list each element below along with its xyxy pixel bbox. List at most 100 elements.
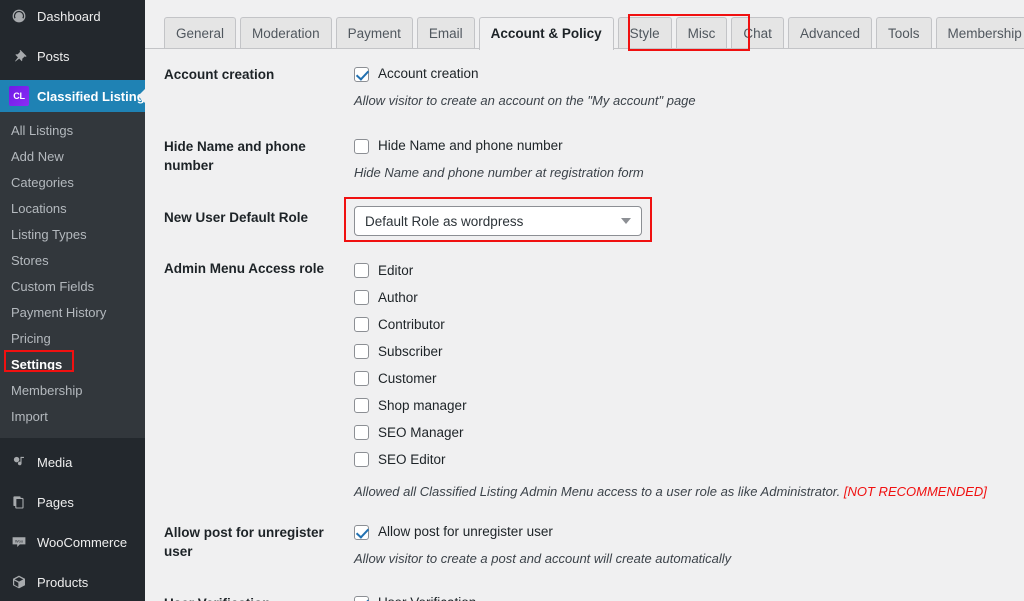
sidebar-bottom-group: MediaPagesWooWooCommerceProductsAnalytic… (0, 446, 145, 601)
role-checkbox-label: SEO Manager (378, 424, 464, 440)
role-checkbox-author[interactable] (354, 290, 369, 305)
role-checkbox-row[interactable]: Contributor (354, 311, 1016, 338)
sidebar-subitem-add-new[interactable]: Add New (0, 144, 145, 170)
sidebar-item-posts[interactable]: Posts (0, 40, 145, 72)
sidebar-subitem-locations[interactable]: Locations (0, 196, 145, 222)
sidebar-subitem-all-listings[interactable]: All Listings (0, 118, 145, 144)
role-checkbox-row[interactable]: Shop manager (354, 392, 1016, 419)
settings-form: Account creation Account creation Allow … (145, 49, 1024, 601)
account-creation-checkbox-label: Account creation (378, 66, 479, 81)
tab-moderation[interactable]: Moderation (240, 16, 332, 49)
tab-payment[interactable]: Payment (335, 16, 413, 49)
row-admin-menu-access: Admin Menu Access role Editor Author Contr… (145, 257, 1024, 501)
sidebar-item-label: Posts (37, 48, 70, 64)
role-checkbox-seo-manager[interactable] (354, 425, 369, 440)
tab-general[interactable]: General (164, 16, 237, 49)
tab-account-policy[interactable]: Account & Policy (478, 16, 614, 50)
hide-name-phone-checkbox[interactable] (354, 138, 369, 154)
sidebar-item-label: WooCommerce (37, 534, 128, 550)
role-checkbox-label: Subscriber (378, 343, 443, 359)
role-checkbox-label: Customer (378, 370, 437, 386)
woo-icon: Woo (9, 532, 29, 552)
user-verification-checkbox[interactable] (354, 595, 369, 601)
sidebar-subitem-custom-fields[interactable]: Custom Fields (0, 274, 145, 300)
sidebar-item-label: Products (37, 574, 89, 590)
role-checkbox-label: SEO Editor (378, 451, 446, 467)
pages-icon (9, 492, 29, 512)
product-box-icon (9, 572, 29, 592)
sidebar-item-pages[interactable]: Pages (0, 486, 145, 518)
tab-advanced[interactable]: Advanced (787, 16, 872, 49)
role-checkbox-row[interactable]: SEO Editor (354, 446, 1016, 473)
row-label: Account creation (164, 67, 275, 82)
row-field: Editor Author Contributor Subscriber Custome… (354, 257, 1024, 501)
role-checkbox-row[interactable]: Author (354, 284, 1016, 311)
role-checkbox-subscriber[interactable] (354, 344, 369, 359)
sidebar-subitem-pricing[interactable]: Pricing (0, 326, 145, 352)
role-checkbox-label: Shop manager (378, 397, 467, 413)
row-field: Hide Name and phone number Hide Name and… (354, 135, 1024, 182)
media-icon (9, 452, 29, 472)
allow-post-unregister-checkbox[interactable] (354, 524, 369, 540)
role-checkbox-label: Author (378, 289, 418, 305)
hide-name-phone-checkbox-row[interactable]: Hide Name and phone number (354, 135, 1016, 157)
role-checkbox-seo-editor[interactable] (354, 452, 369, 467)
allow-post-unregister-checkbox-row[interactable]: Allow post for unregister user (354, 521, 1016, 543)
row-label: Allow post for unregister user (164, 525, 324, 559)
user-verification-checkbox-row[interactable]: User Verification (354, 592, 1016, 601)
dashboard-icon (9, 6, 29, 26)
row-label: User Verification (164, 592, 354, 601)
settings-tabbar: General Moderation Payment Email Account & P… (145, 0, 1024, 50)
role-checkbox-contributor[interactable] (354, 317, 369, 332)
tab-chat[interactable]: Chat (731, 16, 784, 49)
role-checkbox-row[interactable]: Editor (354, 257, 1016, 284)
tab-membership[interactable]: Membership (935, 16, 1024, 49)
sidebar-top-group: Dashboard Posts (0, 0, 145, 72)
role-checkbox-row[interactable]: Customer (354, 365, 1016, 392)
new-user-default-role-select[interactable]: Default Role as wordpress (354, 206, 642, 236)
tab-tools[interactable]: Tools (876, 16, 932, 49)
sidebar-subitem-settings[interactable]: Settings (0, 352, 145, 378)
sidebar-item-label: Dashboard (37, 8, 101, 24)
role-checkbox-row[interactable]: Subscriber (354, 338, 1016, 365)
account-creation-checkbox-row[interactable]: Account creation (354, 63, 1016, 85)
role-checkbox-shop-manager[interactable] (354, 398, 369, 413)
row-allow-post-unregister: Allow post for unregister user Allow pos… (145, 521, 1024, 568)
hide-name-phone-description: Hide Name and phone number at registrati… (354, 165, 644, 180)
sidebar-item-products[interactable]: Products (0, 566, 145, 598)
sidebar-subitem-payment-history[interactable]: Payment History (0, 300, 145, 326)
role-checkbox-customer[interactable] (354, 371, 369, 386)
row-user-verification: User Verification User Verification User… (145, 592, 1024, 601)
row-label: New User Default Role (164, 210, 309, 225)
sidebar-item-woocommerce[interactable]: Woo WooCommerce (0, 526, 145, 558)
hide-name-phone-checkbox-label: Hide Name and phone number (378, 138, 563, 153)
account-creation-checkbox[interactable] (354, 66, 369, 82)
classified-listing-icon: CL (9, 86, 29, 106)
role-checkbox-editor[interactable] (354, 263, 369, 278)
sidebar-item-media[interactable]: Media (0, 446, 145, 478)
row-field: Account creation Allow visitor to create… (354, 63, 1024, 110)
tab-email[interactable]: Email (416, 16, 475, 49)
admin-sidebar: Dashboard Posts CL Classified Listing Al… (0, 0, 145, 601)
tab-misc[interactable]: Misc (675, 16, 728, 49)
sidebar-item-label: Pages (37, 494, 74, 510)
row-field: Allow post for unregister user Allow vis… (354, 521, 1024, 568)
sidebar-item-dashboard[interactable]: Dashboard (0, 0, 145, 32)
sidebar-subitem-listing-types[interactable]: Listing Types (0, 222, 145, 248)
admin-screen: Dashboard Posts CL Classified Listing Al… (0, 0, 1024, 601)
row-account-creation: Account creation Account creation Allow … (145, 63, 1024, 110)
sidebar-item-classified-listing[interactable]: CL Classified Listing (0, 80, 145, 112)
sidebar-subitem-membership[interactable]: Membership (0, 378, 145, 404)
pin-icon (9, 46, 29, 66)
row-label: Admin Menu Access role (164, 261, 325, 276)
sidebar-subitem-import[interactable]: Import (0, 404, 145, 430)
sidebar-subitem-categories[interactable]: Categories (0, 170, 145, 196)
sidebar-subitem-stores[interactable]: Stores (0, 248, 145, 274)
allow-post-unregister-checkbox-label: Allow post for unregister user (378, 524, 553, 539)
classified-listing-submenu: All Listings Add New Categories Locations Li… (0, 112, 145, 438)
row-hide-name-phone: Hide Name and phone number Hide Name and… (145, 135, 1024, 182)
role-checkbox-row[interactable]: SEO Manager (354, 419, 1016, 446)
tab-style[interactable]: Style (617, 16, 672, 49)
row-field: User Verification User Registration will… (354, 592, 1024, 601)
allow-post-unregister-description: Allow visitor to create a post and accou… (354, 551, 732, 566)
